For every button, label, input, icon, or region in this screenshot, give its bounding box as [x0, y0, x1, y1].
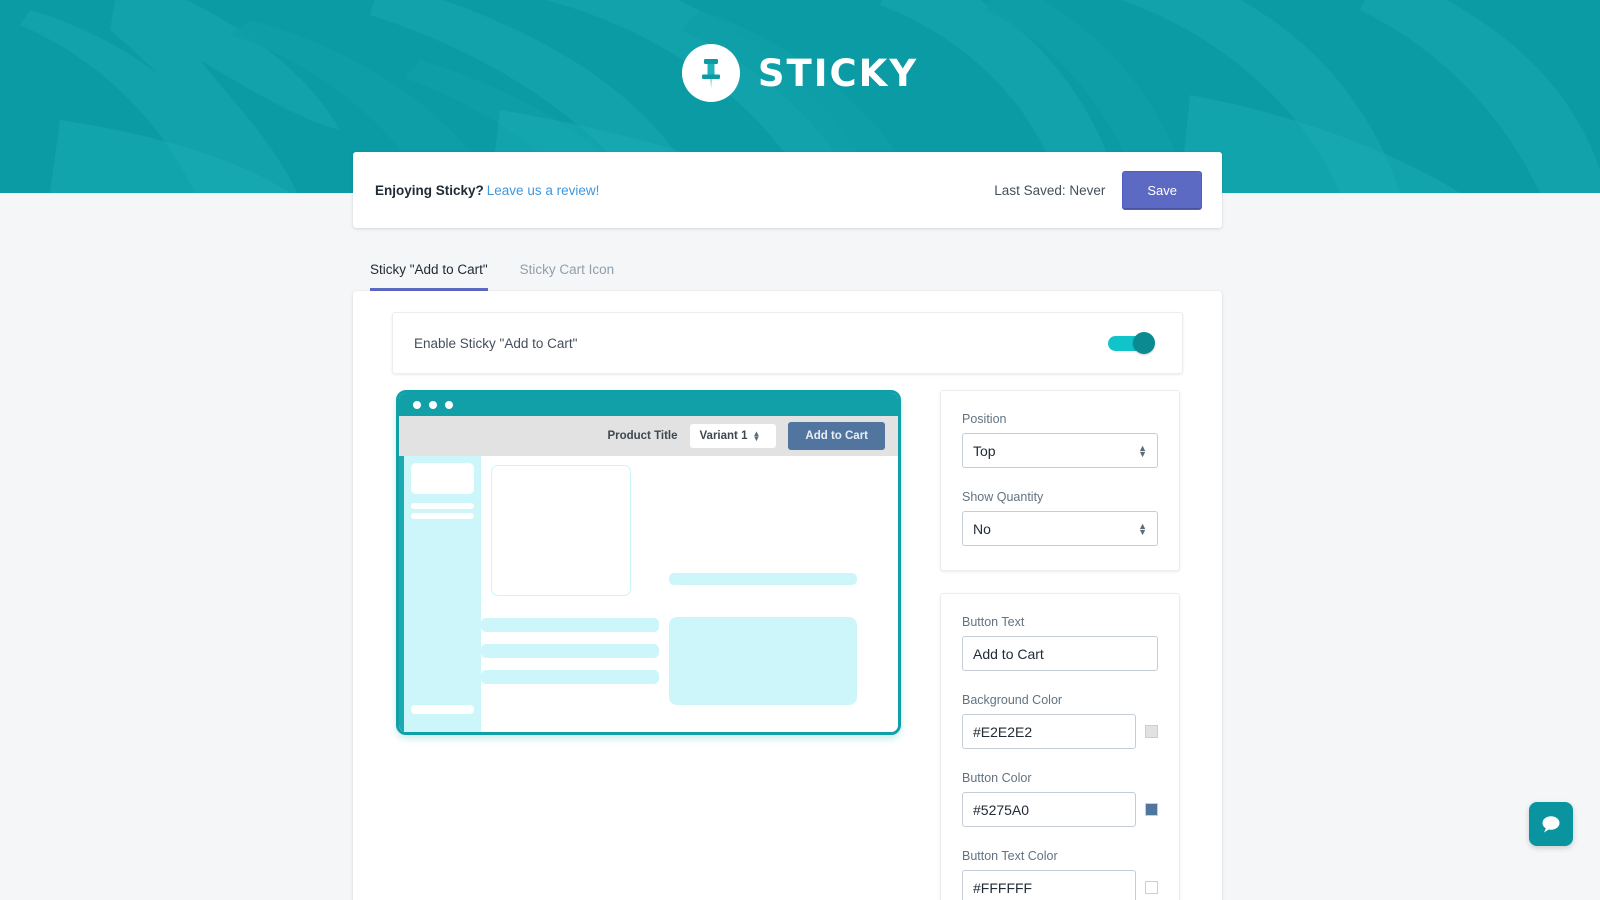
save-button[interactable]: Save: [1122, 170, 1202, 210]
appearance-settings-card: Button Text Background Color Button Colo…: [940, 593, 1180, 900]
review-prompt: Enjoying Sticky? Leave us a review!: [375, 183, 599, 198]
preview-variant-value: Variant 1: [699, 430, 748, 442]
tab-sticky-cart-icon[interactable]: Sticky Cart Icon: [520, 262, 615, 291]
placeholder-line: [481, 618, 659, 632]
toggle-knob: [1133, 331, 1155, 354]
review-prompt-text: Enjoying Sticky?: [375, 182, 484, 198]
button-text-color-row: [962, 870, 1158, 900]
position-select[interactable]: Top: [962, 433, 1158, 468]
placeholder-line: [481, 670, 659, 684]
background-color-swatch[interactable]: [1145, 725, 1158, 738]
button-text-color-input[interactable]: [962, 870, 1136, 900]
background-color-input[interactable]: [962, 714, 1136, 749]
placeholder-line: [411, 503, 474, 509]
placeholder-line: [411, 513, 474, 519]
tab-sticky-add-to-cart[interactable]: Sticky "Add to Cart": [370, 262, 488, 291]
tab-bar: Sticky "Add to Cart" Sticky Cart Icon: [370, 255, 614, 291]
preview-page-body: [399, 456, 898, 732]
button-text-color-swatch[interactable]: [1145, 881, 1158, 894]
placeholder-line: [411, 705, 474, 714]
button-color-input[interactable]: [962, 792, 1136, 827]
background-color-row: [962, 714, 1158, 749]
enable-sticky-row: Enable Sticky "Add to Cart": [392, 312, 1183, 374]
banner-actions: Last Saved: Never Save: [994, 170, 1202, 210]
settings-column: Position Top ▲ ▼ Show Quantity No ▲ ▼ Butt…: [940, 390, 1180, 900]
window-dot-icon: [429, 400, 437, 409]
position-select-wrap: Top ▲ ▼: [962, 433, 1158, 468]
brand-logo: STICKY: [681, 44, 919, 102]
position-settings-card: Position Top ▲ ▼ Show Quantity No ▲ ▼: [940, 390, 1180, 571]
placeholder-line: [669, 573, 857, 585]
button-text-label: Button Text: [962, 615, 1025, 629]
chat-bubble-icon: [1542, 816, 1560, 833]
main-settings-card: Enable Sticky "Add to Cart" Product Titl…: [353, 291, 1222, 900]
enable-sticky-label: Enable Sticky "Add to Cart": [414, 335, 578, 351]
button-color-row: [962, 792, 1158, 827]
button-text-input[interactable]: [962, 636, 1158, 671]
storefront-preview: Product Title Variant 1 ▲ ▼ Add to Cart: [396, 390, 901, 735]
show-quantity-select-wrap: No ▲ ▼: [962, 511, 1158, 546]
leave-review-link[interactable]: Leave us a review!: [487, 183, 600, 198]
button-color-swatch[interactable]: [1145, 803, 1158, 816]
preview-titlebar: [399, 393, 898, 416]
button-color-label: Button Color: [962, 771, 1032, 785]
preview-sidebar-placeholder: [404, 456, 481, 732]
show-quantity-label: Show Quantity: [962, 490, 1044, 504]
background-color-label: Background Color: [962, 693, 1063, 707]
logo-circle: [681, 44, 740, 102]
window-dot-icon: [413, 400, 421, 409]
show-quantity-select[interactable]: No: [962, 511, 1158, 546]
preview-product-title: Product Title: [607, 430, 678, 442]
pushpin-icon: [701, 59, 720, 89]
chat-widget-button[interactable]: [1529, 802, 1573, 846]
position-label: Position: [962, 412, 1007, 426]
preview-content-placeholder: [481, 456, 898, 732]
window-dot-icon: [445, 400, 453, 409]
stepper-arrows-icon: ▲ ▼: [752, 429, 761, 443]
preview-add-to-cart-button[interactable]: Add to Cart: [788, 422, 885, 450]
review-save-banner: Enjoying Sticky? Leave us a review! Last …: [353, 152, 1222, 228]
brand-name: STICKY: [757, 51, 919, 95]
placeholder-block: [411, 463, 474, 494]
preview-variant-select[interactable]: Variant 1 ▲ ▼: [689, 424, 777, 448]
placeholder-block: [669, 617, 857, 705]
button-text-color-label: Button Text Color: [962, 849, 1058, 863]
enable-sticky-toggle[interactable]: [1108, 331, 1155, 354]
placeholder-line: [481, 644, 659, 658]
app-page: STICKY Enjoying Sticky? Leave us a review…: [0, 0, 1600, 900]
placeholder-image-box: [491, 465, 631, 596]
preview-sticky-bar: Product Title Variant 1 ▲ ▼ Add to Cart: [399, 416, 898, 456]
last-saved-status: Last Saved: Never: [994, 182, 1106, 198]
